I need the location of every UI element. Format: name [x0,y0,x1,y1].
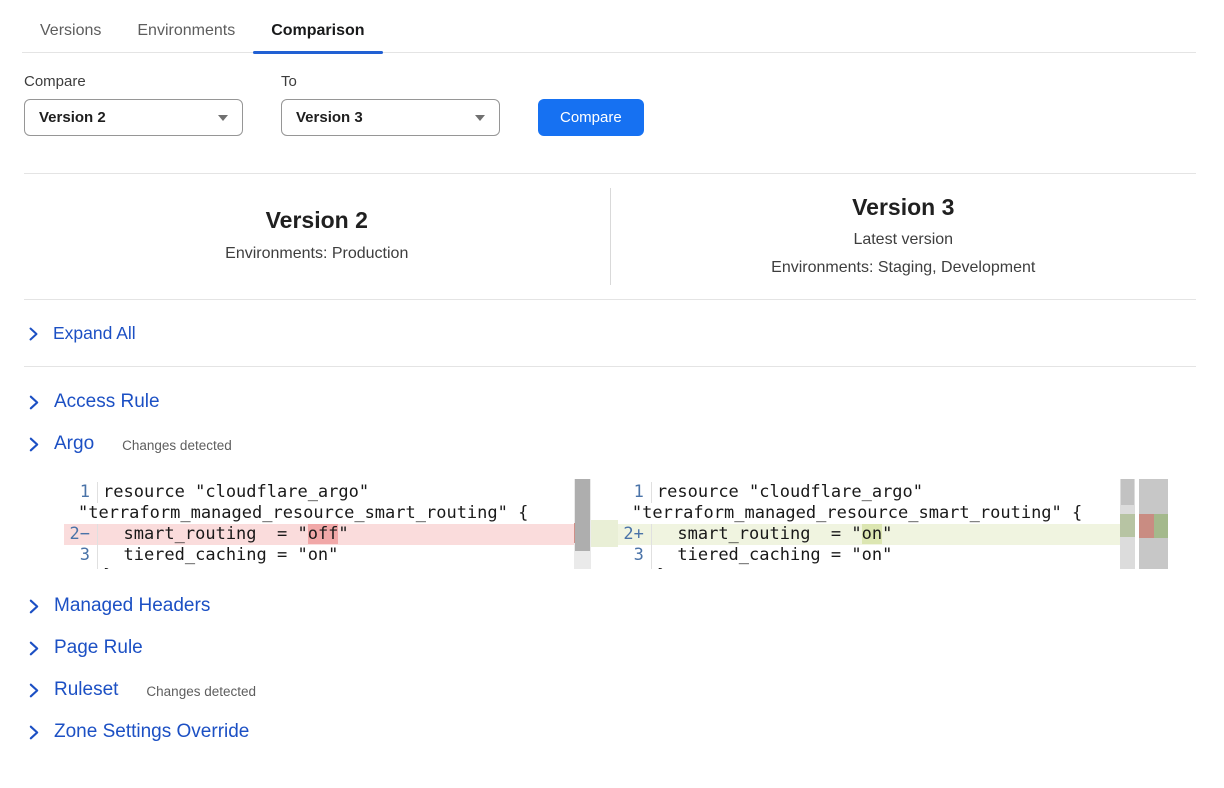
line-number: 3 [618,545,644,566]
line-number [64,566,90,569]
removed-line: 2− smart_routing = "off" [64,524,574,545]
code-line: smart_routing = "on" [651,524,1120,545]
version-right-title: Version 3 [611,194,1197,222]
left-scrollbar[interactable] [574,479,591,569]
line-number: 1 [618,482,644,503]
diff-right-pane: 1 resource "cloudflare_argo" "terraform_… [618,479,1135,569]
code-line: tiered_caching = "on" [97,545,574,566]
code-line: tiered_caching = "on" [651,545,1120,566]
code-line-wrap: "terraform_managed_resource_smart_routin… [632,503,1120,524]
code-text: " [882,524,892,544]
line-number: 2− [64,524,90,545]
version-headers: Version 2 Environments: Production Versi… [0,174,1224,299]
version-left-panel: Version 2 Environments: Production [24,188,610,285]
argo-diff-view: 1 resource "cloudflare_argo" "terraform_… [64,479,1168,569]
section-label: Managed Headers [54,595,210,617]
section-label: Ruleset [54,679,118,701]
chevron-right-icon [28,724,40,741]
compare-label: Compare [24,73,243,90]
caret-down-icon [475,115,485,121]
tab-versions[interactable]: Versions [22,14,119,52]
added-text: on [862,524,882,544]
line-number [618,566,644,569]
right-scrollbar[interactable] [1120,479,1135,569]
version-right-subtitle: Latest version [611,226,1197,254]
code-line: smart_routing = "off" [97,524,574,545]
diff-left-code: 1 resource "cloudflare_argo" "terraform_… [64,479,574,569]
compare-to-value: Version 3 [296,109,363,126]
version-right-panel: Version 3 Latest version Environments: S… [611,188,1197,285]
tab-bar: Versions Environments Comparison [22,0,1196,53]
version-left-environments: Environments: Production [24,240,610,268]
scrollbar-thumb[interactable] [575,479,590,551]
compare-from-value: Version 2 [39,109,106,126]
expand-all-label: Expand All [53,323,136,344]
removed-text: off [308,524,339,544]
divider [24,366,1196,367]
section-label: Argo [54,433,94,455]
section-ruleset[interactable]: Ruleset Changes detected [24,669,1196,711]
added-marker [1154,514,1168,538]
code-text: smart_routing = " [103,524,308,544]
section-argo[interactable]: Argo Changes detected [24,423,1196,465]
code-text: smart_routing = " [657,524,862,544]
compare-from-select[interactable]: Version 2 [24,99,243,136]
code-text: " [338,524,348,544]
compare-from-field: Compare Version 2 [24,73,243,136]
code-line: resource "cloudflare_argo" [97,482,574,503]
version-right-environments: Environments: Staging, Development [611,254,1197,282]
compare-to-field: To Version 3 [281,73,500,136]
compare-button[interactable]: Compare [538,99,644,136]
section-access-rule[interactable]: Access Rule [24,381,1196,423]
diff-connector [591,479,618,569]
diff-left-pane: 1 resource "cloudflare_argo" "terraform_… [64,479,591,569]
added-marker [1120,514,1135,537]
section-zone-settings-override[interactable]: Zone Settings Override [24,711,1196,753]
diff-right-code: 1 resource "cloudflare_argo" "terraform_… [618,479,1120,569]
chevron-right-icon [28,436,40,453]
compare-to-select[interactable]: Version 3 [281,99,500,136]
tab-comparison[interactable]: Comparison [253,14,382,52]
chevron-right-icon [28,326,39,342]
scrollbar-thumb[interactable] [1121,479,1134,505]
removed-marker [1139,514,1153,538]
version-left-title: Version 2 [24,207,610,235]
diff-change-marker [1139,514,1168,538]
tab-environments[interactable]: Environments [119,14,253,52]
code-line: } [651,566,1120,569]
diff-overview-ruler[interactable] [1139,479,1168,569]
chevron-right-icon [28,598,40,615]
changes-badge: Changes detected [146,681,256,699]
section-label: Zone Settings Override [54,721,249,743]
code-line-wrap: "terraform_managed_resource_smart_routin… [78,503,574,524]
expand-all-button[interactable]: Expand All [24,300,1196,366]
changes-badge: Changes detected [122,435,232,453]
section-page-rule[interactable]: Page Rule [24,627,1196,669]
line-number: 1 [64,482,90,503]
chevron-right-icon [28,394,40,411]
diff-connector-band [591,520,618,547]
line-number: 2+ [618,524,644,545]
added-line: 2+ smart_routing = "on" [618,524,1120,545]
chevron-right-icon [28,640,40,657]
section-list: Access Rule Argo Changes detected 1 reso… [24,381,1196,753]
line-number: 3 [64,545,90,566]
to-label: To [281,73,500,90]
section-managed-headers[interactable]: Managed Headers [24,585,1196,627]
compare-form: Compare Version 2 To Version 3 Compare [24,73,1196,136]
code-line: } [97,566,574,569]
code-line: resource "cloudflare_argo" [651,482,1120,503]
caret-down-icon [218,115,228,121]
section-label: Page Rule [54,637,143,659]
chevron-right-icon [28,682,40,699]
section-label: Access Rule [54,391,160,413]
